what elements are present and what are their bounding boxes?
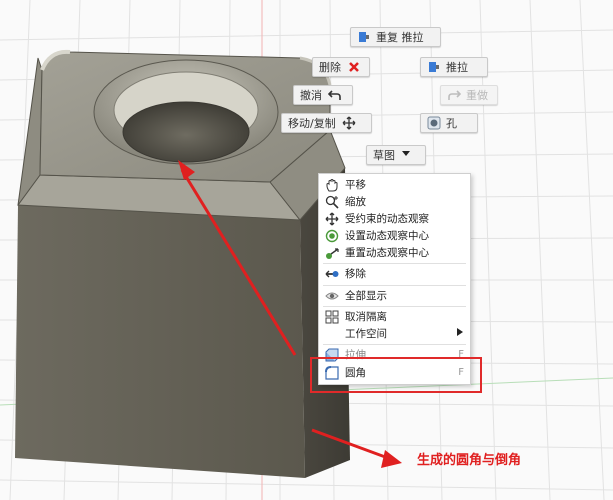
redo-button[interactable]: 重做	[440, 85, 498, 105]
menu-divider	[323, 263, 466, 264]
delete-x-icon	[347, 60, 361, 74]
sketch-dropdown[interactable]: 草图	[366, 145, 426, 165]
move-copy-button[interactable]: 移动/复制	[281, 113, 372, 133]
extrude-button[interactable]: 推拉	[420, 57, 488, 77]
chevron-down-icon	[401, 148, 415, 162]
undo-label: 撤消	[300, 89, 322, 102]
hole-button[interactable]: 孔	[420, 113, 478, 133]
annotation-caption: 生成的圆角与倒角	[417, 453, 522, 468]
undo-button[interactable]: 撤消	[293, 85, 353, 105]
submenu-arrow-icon	[456, 327, 464, 340]
zoom-icon	[324, 194, 340, 210]
sketch-label: 草图	[373, 149, 395, 162]
menu-item-remove[interactable]: 移除	[319, 265, 470, 282]
extrude-icon	[427, 60, 441, 74]
hand-pan-icon	[324, 177, 340, 193]
menu-item-pan[interactable]: 平移	[319, 176, 470, 193]
remove-icon	[324, 266, 340, 282]
menu-item-set-orbit-center[interactable]: 设置动态观察中心	[319, 227, 470, 244]
target-icon	[324, 228, 340, 244]
menu-divider	[323, 306, 466, 307]
menu-item-label: 工作空间	[345, 328, 387, 340]
hole-label: 孔	[446, 117, 457, 130]
move-copy-label: 移动/复制	[288, 117, 336, 130]
redo-icon	[447, 88, 462, 102]
move-icon	[342, 116, 356, 130]
orbit-icon	[324, 211, 340, 227]
viewport-canvas[interactable]	[0, 0, 613, 500]
eye-icon	[324, 288, 340, 304]
context-menu: 平移 缩放 受约束的动态观察 设置动态观察中心 重置动态观察中心 移除 全部显示…	[318, 173, 471, 385]
grid-icon	[324, 309, 340, 325]
menu-item-label: 平移	[345, 179, 366, 191]
menu-item-label: 缩放	[345, 196, 366, 208]
menu-item-label: 全部显示	[345, 290, 387, 302]
menu-divider	[323, 344, 466, 345]
extrude-label: 推拉	[446, 61, 468, 74]
menu-item-label: 重置动态观察中心	[345, 247, 429, 259]
extrude-icon	[357, 30, 371, 44]
hole	[122, 101, 250, 163]
menu-item-unisolate[interactable]: 取消隔离	[319, 308, 470, 325]
delete-label: 删除	[319, 61, 341, 74]
repeat-extrude-button[interactable]: 重复 推拉	[350, 27, 441, 47]
delete-button[interactable]: 删除	[312, 57, 370, 77]
menu-item-zoom[interactable]: 缩放	[319, 193, 470, 210]
menu-item-constrained-orbit[interactable]: 受约束的动态观察	[319, 210, 470, 227]
reset-center-icon	[324, 245, 340, 261]
menu-item-reset-orbit-center[interactable]: 重置动态观察中心	[319, 244, 470, 261]
menu-item-label: 取消隔离	[345, 311, 387, 323]
model-front-face	[15, 205, 305, 478]
redo-label: 重做	[466, 89, 488, 102]
repeat-extrude-label: 重复 推拉	[376, 31, 424, 44]
menu-item-workspace[interactable]: 工作空间	[319, 325, 470, 342]
menu-item-label: 设置动态观察中心	[345, 230, 429, 242]
hole-icon	[427, 116, 441, 130]
menu-divider	[323, 285, 466, 286]
menu-item-show-all[interactable]: 全部显示	[319, 287, 470, 304]
undo-icon	[327, 88, 342, 102]
fillet-highlight-box	[310, 357, 482, 393]
menu-item-label: 移除	[345, 268, 366, 280]
menu-item-label: 受约束的动态观察	[345, 213, 429, 225]
